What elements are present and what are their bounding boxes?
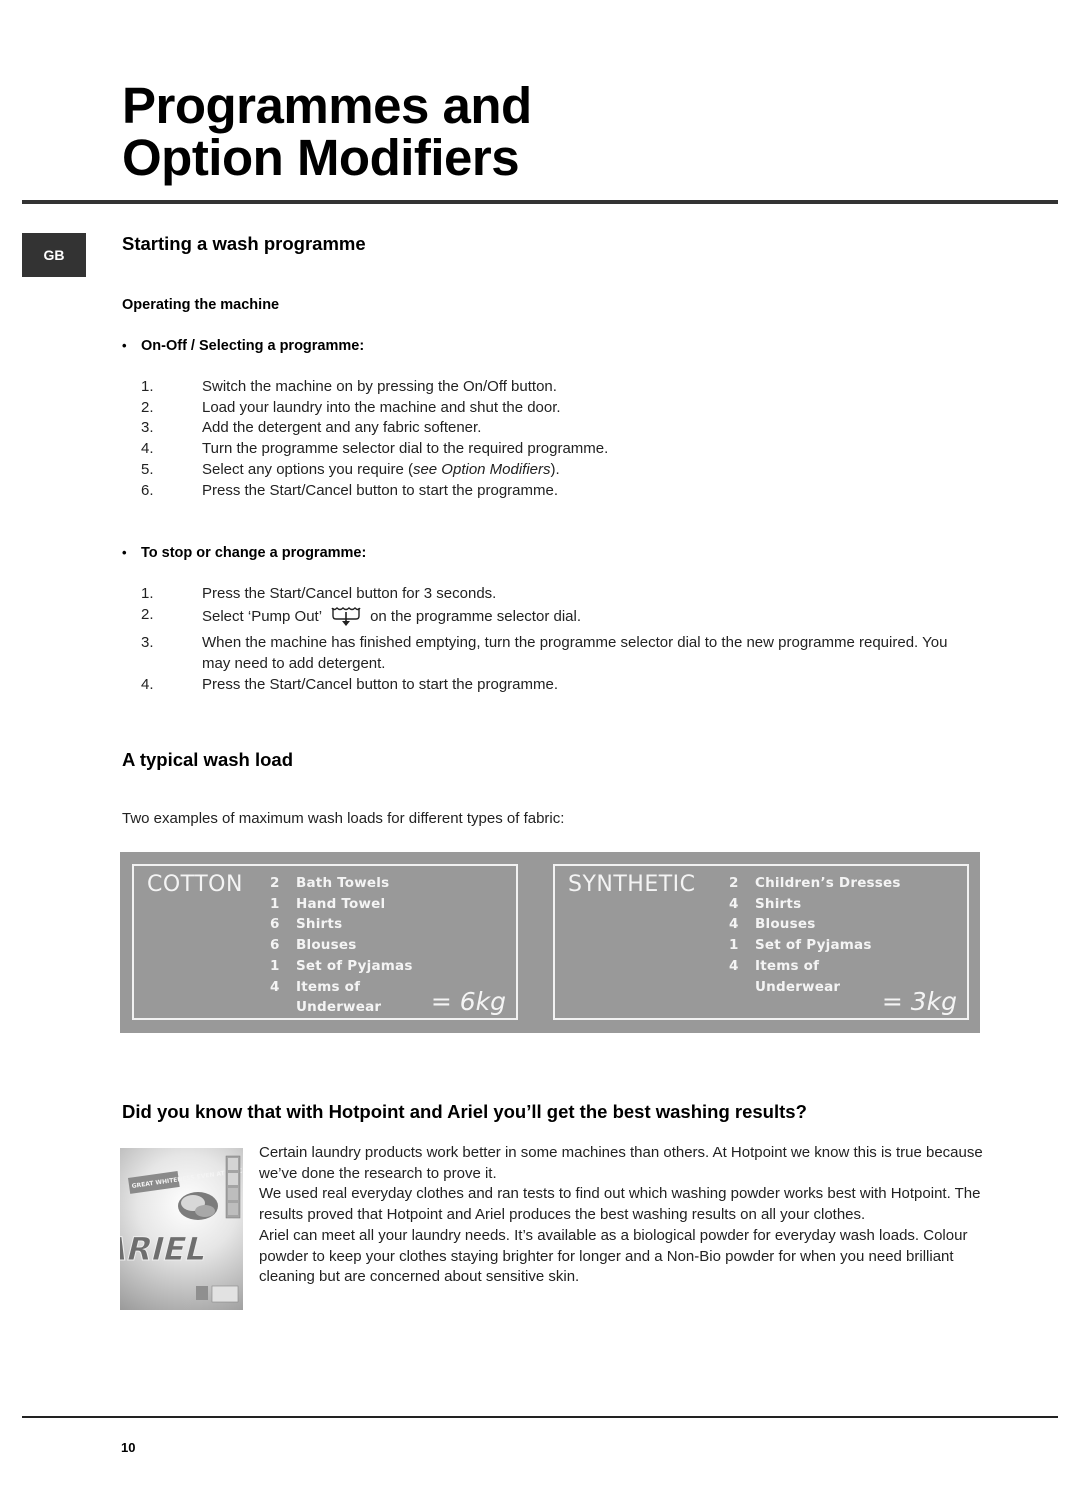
- ariel-body: Certain laundry products work better in …: [259, 1143, 984, 1288]
- ariel-pack-graphic: GREAT WHITENESS EVEN AT 30°C ARIEL: [120, 1155, 243, 1303]
- bullet-heading-selecting-label: On-Off / Selecting a programme:: [141, 338, 365, 354]
- wash-load-panel: COTTON 2 Bath Towels 1 Hand Towel 6 Shirts …: [120, 852, 980, 1033]
- load-item: 4 Blouses: [729, 916, 816, 933]
- section-heading-starting: Starting a wash programme: [122, 233, 366, 254]
- load-item: 4 Items of: [270, 978, 361, 995]
- option-modifiers-reference: see Option Modifiers: [412, 460, 551, 478]
- ariel-brand-text: ARIEL: [120, 1230, 211, 1267]
- load-item: Underwear: [296, 999, 382, 1016]
- load-item: 6 Blouses: [270, 937, 357, 954]
- bullet-icon: •: [122, 338, 127, 353]
- section-heading-wash-load: A typical wash load: [122, 749, 293, 770]
- subheading-operating: Operating the machine: [122, 297, 280, 313]
- bullet-heading-stop-label: To stop or change a programme:: [141, 545, 367, 561]
- cotton-load-box: COTTON 2 Bath Towels 1 Hand Towel 6 Shirts …: [132, 864, 518, 1020]
- cotton-total-weight: = 6kg: [430, 987, 506, 1016]
- load-item: 1 Hand Towel: [270, 895, 386, 912]
- page-title-line-2: Option Modifiers: [122, 129, 520, 186]
- ariel-paragraph: We used real everyday clothes and ran te…: [259, 1185, 981, 1224]
- page-title: Programmes and Option Modifiers: [122, 80, 532, 184]
- header-rule: [22, 200, 1058, 204]
- load-item: 1 Set of Pyjamas: [270, 957, 413, 974]
- load-item: 6 Shirts: [270, 916, 343, 933]
- synthetic-items: 2 Children’s Dresses 4 Shirts 4 Blouses 1 Se…: [729, 873, 901, 997]
- step-item: 3. Add the detergent and any fabric softe…: [141, 419, 482, 437]
- ariel-paragraph: Ariel can meet all your laundry needs. I…: [259, 1226, 968, 1286]
- load-item: Underwear: [755, 978, 841, 995]
- bullet-icon: •: [122, 545, 127, 560]
- load-item: 2 Bath Towels: [270, 875, 390, 891]
- step-item: 2. Load your laundry into the machine and…: [141, 398, 561, 416]
- load-item: 1 Set of Pyjamas: [729, 937, 872, 954]
- steps-selecting: 1. Switch the machine on by pressing the …: [122, 377, 972, 501]
- bullet-heading-selecting: • On-Off / Selecting a programme:: [122, 338, 364, 354]
- step-item: 3. When the machine has finished emptying…: [141, 634, 948, 673]
- ariel-paragraph: Certain laundry products work better in …: [259, 1144, 983, 1182]
- page-title-line-1: Programmes and: [122, 77, 532, 134]
- load-item: 4 Items of: [729, 957, 820, 974]
- pump-out-icon: [330, 605, 362, 634]
- load-item: 4 Shirts: [729, 895, 802, 912]
- language-tab-label: GB: [43, 247, 65, 263]
- step-item: 5. Select any options you require (see Op…: [141, 460, 560, 478]
- synthetic-load-box: SYNTHETIC 2 Children’s Dresses 4 Shirts 4B…: [553, 864, 969, 1020]
- step-item: 1. Switch the machine on by pressing the …: [141, 378, 557, 395]
- synthetic-label: SYNTHETIC: [568, 872, 696, 897]
- cotton-label: COTTON: [147, 872, 243, 897]
- load-item: 2 Children’s Dresses: [729, 875, 901, 891]
- steps-stop: 1. Press the Start/Cancel button for 3 se…: [122, 584, 972, 696]
- step-item: 4. Press the Start/Cancel button to start…: [141, 675, 559, 693]
- wash-load-intro: Two examples of maximum wash loads for d…: [122, 810, 565, 827]
- synthetic-total-weight: = 3kg: [881, 987, 957, 1016]
- step-item: 1. Press the Start/Cancel button for 3 se…: [141, 585, 497, 602]
- cotton-items: 2 Bath Towels 1 Hand Towel 6 Shirts 6 Blouse…: [270, 873, 413, 1018]
- step-item: 2. Select ‘Pump Out’ on the programme sele…: [122, 605, 972, 634]
- footer-rule: [22, 1416, 1058, 1418]
- page-number: 10: [121, 1440, 136, 1455]
- section-heading-ariel: Did you know that with Hotpoint and Arie…: [122, 1101, 807, 1122]
- ariel-product-image: GREAT WHITENESS EVEN AT 30°C ARIEL: [120, 1148, 243, 1310]
- step-item: 6. Press the Start/Cancel button to start…: [141, 481, 559, 499]
- step-item: 4. Turn the programme selector dial to th…: [141, 440, 609, 458]
- language-tab: GB: [22, 233, 86, 277]
- bullet-heading-stop: • To stop or change a programme:: [122, 545, 366, 561]
